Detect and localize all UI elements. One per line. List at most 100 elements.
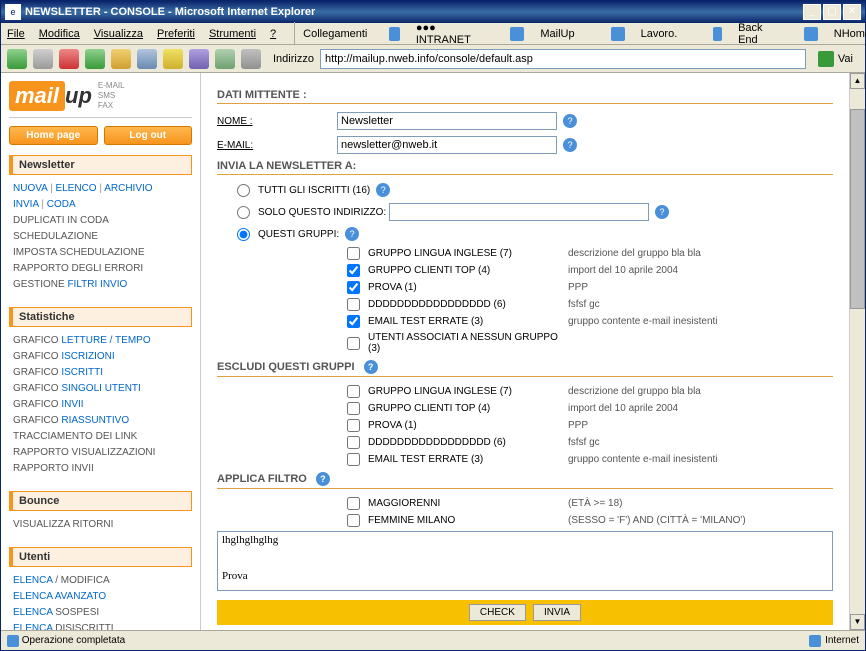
nav-invia[interactable]: INVIA: [13, 199, 39, 210]
include-group-checkbox[interactable]: [347, 247, 360, 260]
check-button[interactable]: CHECK: [469, 604, 526, 621]
help-icon[interactable]: ?: [655, 205, 669, 219]
main-content: DATI MITTENTE : NOME : ? E-MAIL: ? INVIA…: [201, 73, 849, 630]
filter-desc: (ETÀ >= 18): [568, 498, 622, 509]
exclude-group-desc: gruppo contente e-mail inesistenti: [568, 454, 718, 465]
exclude-group-desc: fsfsf gc: [568, 437, 600, 448]
nav-singoli-utenti[interactable]: SINGOLI UTENTI: [61, 383, 140, 394]
scroll-down-icon[interactable]: ▼: [850, 614, 865, 630]
nav-schedulazione[interactable]: SCHEDULAZIONE: [13, 231, 98, 242]
include-group-checkbox[interactable]: [347, 315, 360, 328]
notes-textarea[interactable]: [217, 531, 833, 591]
exclude-group-checkbox[interactable]: [347, 453, 360, 466]
solo-address-input[interactable]: [389, 203, 649, 221]
nav-tracciamento[interactable]: TRACCIAMENTO DEI LINK: [13, 431, 137, 442]
nav-archivio[interactable]: ARCHIVIO: [104, 183, 152, 194]
link-intranet[interactable]: ●●● INTRANET: [389, 22, 488, 46]
close-button[interactable]: ✕: [843, 4, 861, 20]
filter-checkbox[interactable]: [347, 497, 360, 510]
exclude-group-checkbox[interactable]: [347, 419, 360, 432]
include-group-desc: descrizione del gruppo bla bla: [568, 248, 701, 259]
nav-invii[interactable]: INVII: [61, 399, 83, 410]
scroll-thumb[interactable]: [850, 109, 865, 309]
include-group-row: PROVA (1)PPP: [347, 281, 833, 294]
back-button[interactable]: [7, 49, 27, 69]
titlebar: e NEWSLETTER - CONSOLE - Microsoft Inter…: [1, 1, 865, 23]
include-group-name: EMAIL TEST ERRATE (3): [368, 316, 568, 327]
include-group-name: PROVA (1): [368, 282, 568, 293]
invia-button[interactable]: INVIA: [533, 604, 581, 621]
mail-button[interactable]: [241, 49, 261, 69]
logout-button[interactable]: Log out: [104, 126, 193, 145]
nav-imposta-sched[interactable]: IMPOSTA SCHEDULAZIONE: [13, 247, 145, 258]
menu-edit[interactable]: Modifica: [39, 28, 80, 40]
forward-button[interactable]: [33, 49, 53, 69]
include-group-checkbox[interactable]: [347, 298, 360, 311]
go-button[interactable]: Vai: [812, 51, 859, 67]
help-icon[interactable]: ?: [563, 114, 577, 128]
include-group-checkbox[interactable]: [347, 264, 360, 277]
radio-gruppi[interactable]: [237, 228, 250, 241]
nav-rapporto-vis[interactable]: RAPPORTO VISUALIZZAZIONI: [13, 447, 155, 458]
exclude-group-checkbox[interactable]: [347, 436, 360, 449]
nav-duplicati[interactable]: DUPLICATI IN CODA: [13, 215, 109, 226]
email-input[interactable]: [337, 136, 557, 154]
favorites-button[interactable]: [163, 49, 183, 69]
nav-rapporto-invii[interactable]: RAPPORTO INVII: [13, 463, 94, 474]
search-button[interactable]: [137, 49, 157, 69]
nav-elenca-disiscritti[interactable]: ELENCA: [13, 623, 52, 630]
help-icon[interactable]: ?: [364, 360, 378, 374]
refresh-button[interactable]: [85, 49, 105, 69]
nav-coda[interactable]: CODA: [47, 199, 76, 210]
home-button[interactable]: [111, 49, 131, 69]
help-icon[interactable]: ?: [563, 138, 577, 152]
exclude-group-checkbox[interactable]: [347, 385, 360, 398]
menu-favorites[interactable]: Preferiti: [157, 28, 195, 40]
nome-input[interactable]: [337, 112, 557, 130]
radio-tutti[interactable]: [237, 184, 250, 197]
nav-filtri-invio[interactable]: FILTRI INVIO: [67, 279, 127, 290]
section-bounce: Bounce: [9, 491, 192, 511]
exclude-group-checkbox[interactable]: [347, 402, 360, 415]
home-page-button[interactable]: Home page: [9, 126, 98, 145]
logo: mailup E-MAILSMSFAX: [9, 81, 192, 118]
nav-riassuntivo[interactable]: RIASSUNTIVO: [61, 415, 129, 426]
menu-file[interactable]: File: [7, 28, 25, 40]
media-button[interactable]: [189, 49, 209, 69]
include-group-name: GRUPPO LINGUA INGLESE (7): [368, 248, 568, 259]
scroll-up-icon[interactable]: ▲: [850, 73, 865, 89]
filter-checkbox[interactable]: [347, 514, 360, 527]
nav-visualizza-ritorni[interactable]: VISUALIZZA RITORNI: [13, 519, 113, 530]
include-group-checkbox[interactable]: [347, 337, 360, 350]
menu-view[interactable]: Visualizza: [94, 28, 143, 40]
nav-iscrizioni[interactable]: ISCRIZIONI: [61, 351, 114, 362]
exclude-group-name: GRUPPO CLIENTI TOP (4): [368, 403, 568, 414]
nav-letture-tempo[interactable]: LETTURE / TEMPO: [61, 335, 150, 346]
minimize-button[interactable]: _: [803, 4, 821, 20]
maximize-button[interactable]: ▢: [823, 4, 841, 20]
status-text: Operazione completata: [22, 635, 125, 646]
help-icon[interactable]: ?: [345, 227, 359, 241]
nav-elenco-avanzato[interactable]: ELENCA AVANZATO: [13, 591, 106, 602]
nav-elenca-sospesi[interactable]: ELENCA: [13, 607, 52, 618]
link-nhome[interactable]: NHome: [804, 27, 866, 41]
include-group-checkbox[interactable]: [347, 281, 360, 294]
radio-solo[interactable]: [237, 206, 250, 219]
link-lavoro[interactable]: Lavoro.: [611, 27, 692, 41]
exclude-group-row: DDDDDDDDDDDDDDDDD (6)fsfsf gc: [347, 436, 833, 449]
nav-elenca-modifica[interactable]: ELENCA: [13, 575, 52, 586]
help-icon[interactable]: ?: [376, 183, 390, 197]
nav-elenco[interactable]: ELENCO: [55, 183, 96, 194]
address-input[interactable]: [320, 49, 806, 69]
link-backend[interactable]: Back End: [713, 22, 781, 46]
nav-rapporto-errori[interactable]: RAPPORTO DEGLI ERRORI: [13, 263, 143, 274]
link-mailup[interactable]: MailUp: [510, 27, 588, 41]
help-icon[interactable]: ?: [316, 472, 330, 486]
nav-iscritti[interactable]: ISCRITTI: [61, 367, 103, 378]
stop-button[interactable]: [59, 49, 79, 69]
scrollbar[interactable]: ▲ ▼: [849, 73, 865, 630]
menu-help[interactable]: ?: [270, 28, 276, 40]
nav-nuova[interactable]: NUOVA: [13, 183, 47, 194]
history-button[interactable]: [215, 49, 235, 69]
menu-tools[interactable]: Strumenti: [209, 28, 256, 40]
